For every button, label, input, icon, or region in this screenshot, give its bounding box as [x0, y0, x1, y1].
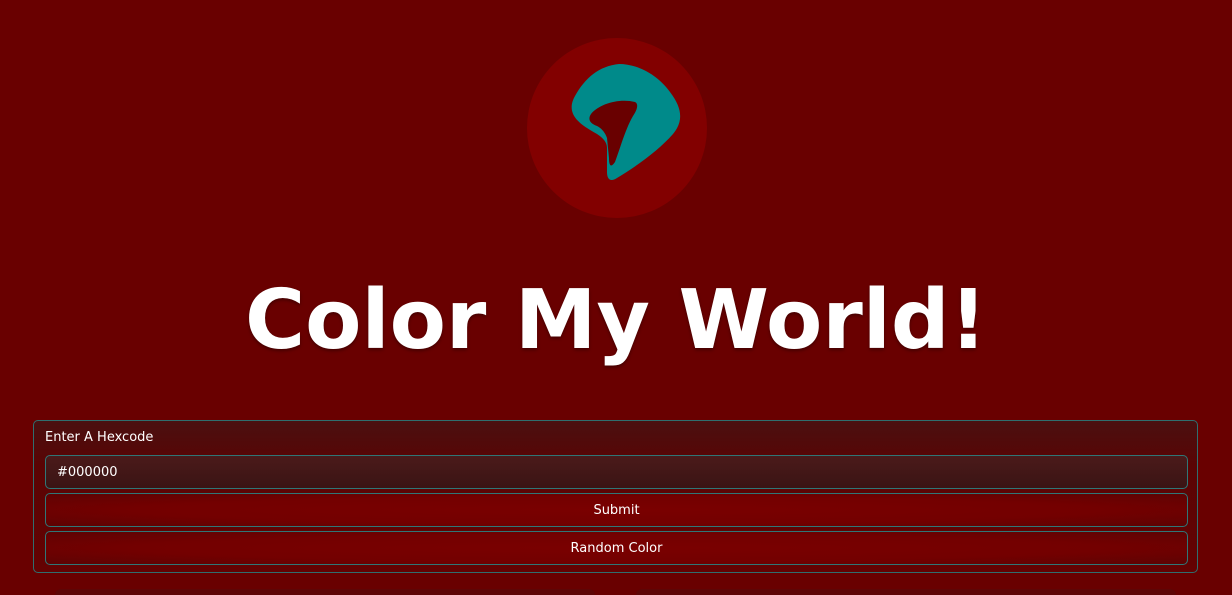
- lower-card-left: [55, 589, 595, 595]
- page: Color My World! Enter A Hexcode Submit R…: [0, 0, 1232, 595]
- submit-button[interactable]: Submit: [45, 493, 1188, 527]
- lower-card-right: [636, 589, 1176, 595]
- app-logo-icon: [571, 64, 681, 180]
- page-title: Color My World!: [244, 273, 988, 368]
- hex-form-panel: Enter A Hexcode Submit Random Color: [33, 420, 1198, 573]
- app-logo: [527, 38, 707, 218]
- random-color-button[interactable]: Random Color: [45, 531, 1188, 565]
- hex-input[interactable]: [45, 455, 1188, 489]
- hex-input-label: Enter A Hexcode: [45, 430, 154, 445]
